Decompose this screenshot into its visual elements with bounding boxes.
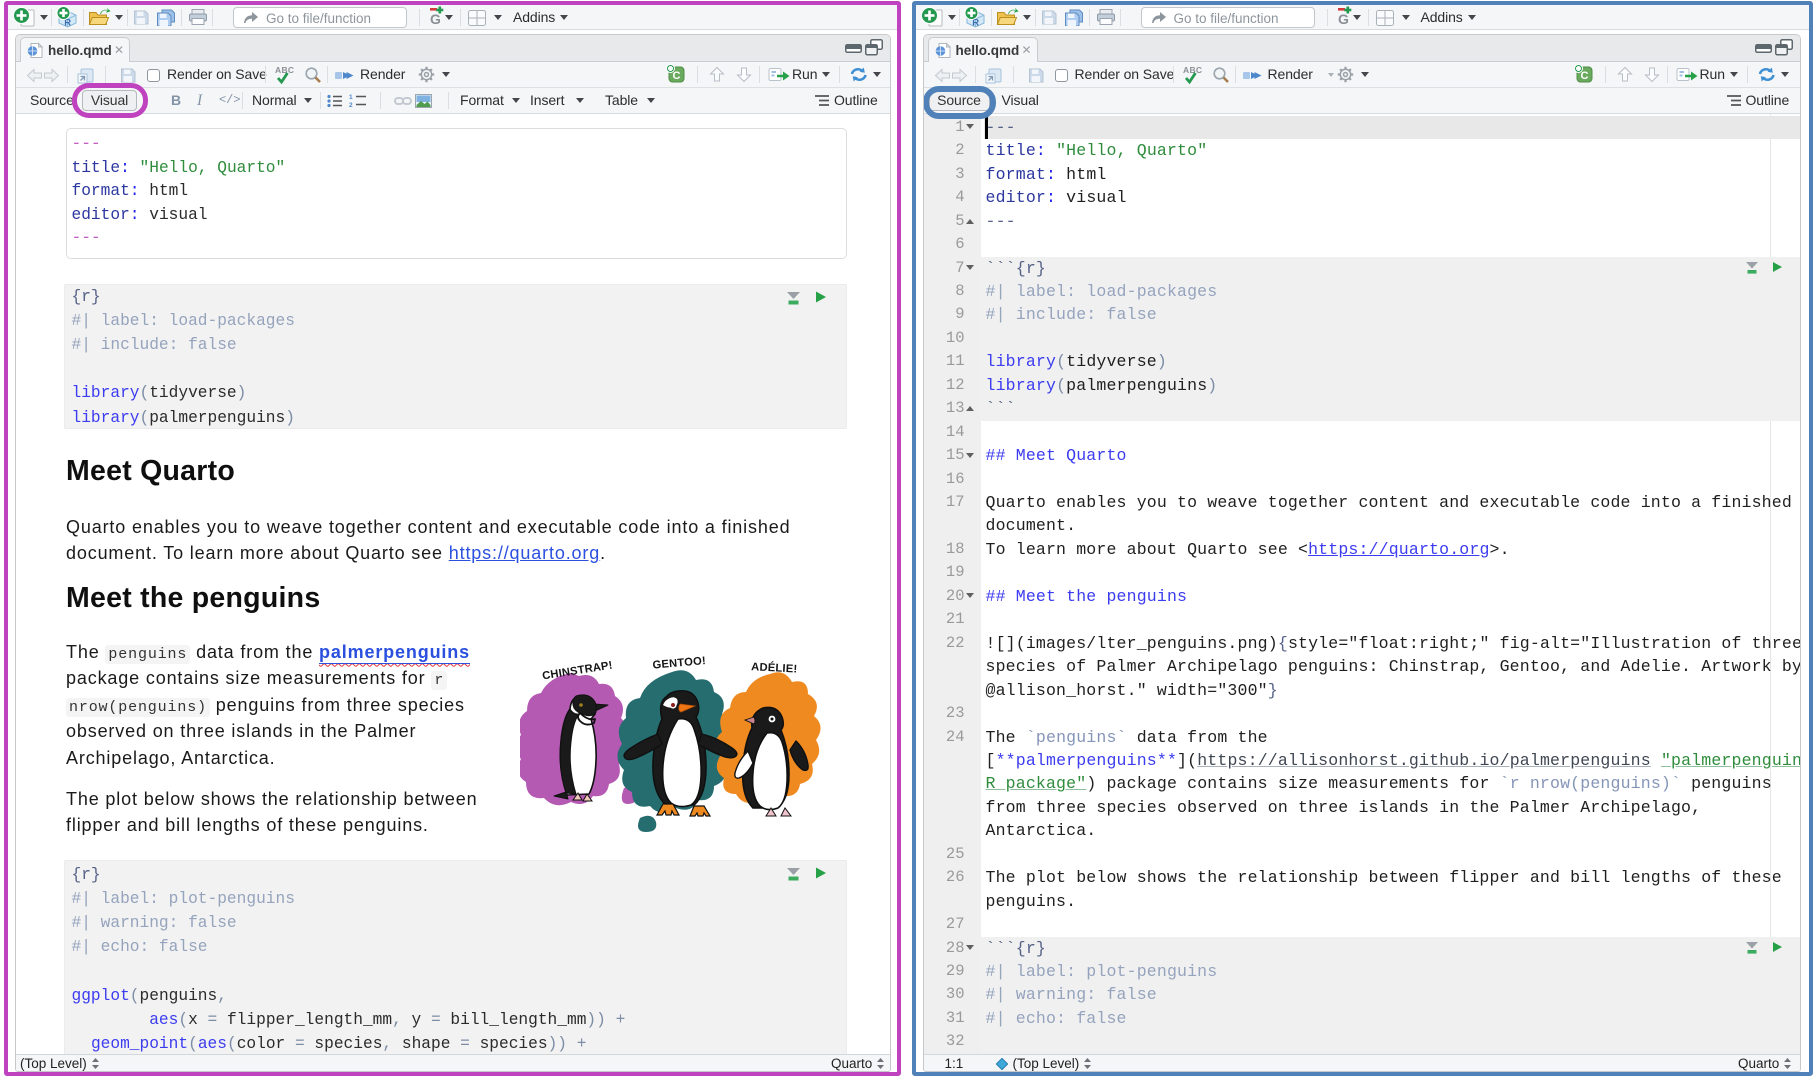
svg-text:ABC: ABC (275, 65, 294, 75)
svg-text:2: 2 (349, 102, 353, 108)
svg-text:ADÉLIE!: ADÉLIE! (751, 660, 798, 675)
svg-text:1: 1 (349, 94, 353, 101)
svg-text:GENTOO!: GENTOO! (652, 655, 706, 672)
svg-text:C: C (673, 70, 681, 82)
svg-text:ABC: ABC (1183, 65, 1202, 75)
svg-text:C: C (1580, 70, 1588, 82)
